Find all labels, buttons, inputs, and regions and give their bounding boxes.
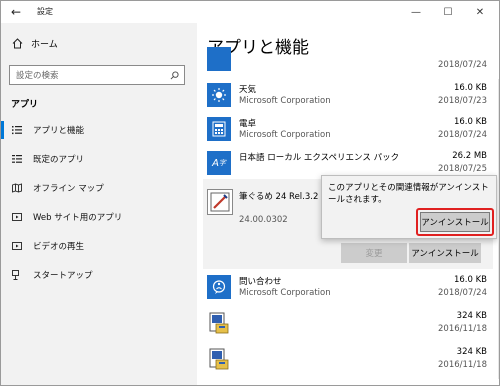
installer-icon — [207, 311, 231, 335]
app-date: 2016/11/18 — [438, 324, 487, 334]
sidebar-item-label: オフライン マップ — [33, 184, 104, 194]
list-item[interactable]: 324 KB 2016/11/18 — [203, 345, 493, 377]
section-heading-apps: アプリ — [11, 100, 39, 110]
app-name: 電卓 — [239, 119, 257, 129]
installer-icon — [207, 347, 231, 371]
app-date: 2018/07/25 — [438, 164, 487, 174]
app-date: 2018/07/23 — [438, 96, 487, 106]
list-item[interactable]: 問い合わせ Microsoft Corporation 16.0 KB 2018… — [203, 273, 493, 305]
main-content: アプリと機能 2018/07/24 天気 Microsoft Corporati… — [197, 23, 499, 385]
sidebar-item-apps-for-websites[interactable]: Web サイト用のアプリ — [1, 203, 197, 231]
sidebar-item-label: ビデオの再生 — [33, 242, 85, 252]
calculator-icon — [207, 117, 231, 141]
selected-app-name: 筆ぐるめ 24 Rel.3.2 — [239, 192, 319, 202]
startup-icon — [11, 269, 23, 281]
back-arrow-icon[interactable]: ← — [7, 4, 25, 20]
sidebar-item-home[interactable]: ホーム — [11, 37, 58, 50]
list-item[interactable]: 324 KB 2016/11/18 — [203, 309, 493, 341]
home-icon — [11, 38, 23, 50]
app-size: 26.2 MB — [452, 151, 487, 161]
default-apps-icon — [11, 153, 23, 165]
app-size: 16.0 KB — [453, 83, 487, 93]
app-size: 16.0 KB — [453, 117, 487, 127]
app-publisher: Microsoft Corporation — [239, 288, 331, 298]
weather-icon — [207, 83, 231, 107]
apps-features-icon — [11, 124, 23, 136]
app-size: 16.0 KB — [453, 275, 487, 285]
app-publisher: Microsoft Corporation — [239, 130, 331, 140]
home-label: ホーム — [31, 40, 58, 50]
minimize-button[interactable]: — — [401, 1, 431, 23]
video-playback-icon — [11, 240, 23, 252]
app-size: 324 KB — [456, 347, 487, 357]
sidebar-item-label: Web サイト用のアプリ — [33, 213, 123, 223]
confirm-uninstall-button[interactable]: アンインストール — [420, 212, 490, 232]
highlight-frame: アンインストール — [416, 208, 494, 236]
app-date: 2018/07/24 — [438, 60, 487, 70]
modify-button[interactable]: 変更 — [341, 243, 407, 263]
list-item[interactable]: 2018/07/24 — [203, 47, 493, 73]
sidebar-item-label: 既定のアプリ — [33, 155, 85, 165]
apps-for-websites-icon — [11, 211, 23, 223]
app-name: 天気 — [239, 85, 257, 95]
app-date: 2018/07/24 — [438, 130, 487, 140]
contact-support-icon — [207, 275, 231, 299]
partial-app-icon — [207, 47, 231, 71]
maximize-button[interactable]: ☐ — [433, 1, 463, 23]
search-icon[interactable] — [166, 67, 182, 83]
search-input[interactable]: 設定の検索 — [9, 65, 185, 85]
app-date: 2018/07/24 — [438, 288, 487, 298]
uninstall-confirm-popup: このアプリとその関連情報がアンインストールされます。 アンインストール — [321, 175, 497, 239]
list-item[interactable]: 電卓 Microsoft Corporation 16.0 KB 2018/07… — [203, 115, 493, 147]
app-name: 問い合わせ — [239, 277, 282, 287]
app-name: 日本語 ローカル エクスペリエンス パック — [239, 153, 400, 163]
sidebar-item-label: スタートアップ — [33, 271, 93, 281]
offline-maps-icon — [11, 182, 23, 194]
sidebar-item-offline-maps[interactable]: オフライン マップ — [1, 174, 197, 202]
app-date: 2016/11/18 — [438, 360, 487, 370]
sidebar-item-default-apps[interactable]: 既定のアプリ — [1, 145, 197, 173]
settings-window: ← 設定 — ☐ ✕ ホーム 設定の検索 アプリ アプリと機能 既定のアプリ オ… — [0, 0, 500, 386]
app-size: 324 KB — [456, 311, 487, 321]
window-title: 設定 — [37, 7, 53, 16]
popup-message: このアプリとその関連情報がアンインストールされます。 — [328, 183, 489, 205]
list-item[interactable]: 天気 Microsoft Corporation 16.0 KB 2018/07… — [203, 81, 493, 113]
sidebar-item-video-playback[interactable]: ビデオの再生 — [1, 232, 197, 260]
title-bar: ← 設定 — ☐ ✕ — [1, 1, 499, 23]
language-pack-icon: A字 — [207, 151, 231, 175]
sidebar-item-label: アプリと機能 — [33, 126, 85, 136]
sidebar-item-startup[interactable]: スタートアップ — [1, 261, 197, 289]
selected-app-version: 24.00.0302 — [239, 215, 288, 225]
fudegurume-app-icon — [207, 189, 233, 215]
sidebar: ホーム 設定の検索 アプリ アプリと機能 既定のアプリ オフライン マップ We… — [1, 23, 197, 385]
sidebar-item-apps-features[interactable]: アプリと機能 — [1, 116, 197, 144]
uninstall-button[interactable]: アンインストール — [409, 243, 481, 263]
search-placeholder: 設定の検索 — [16, 71, 59, 81]
app-publisher: Microsoft Corporation — [239, 96, 331, 106]
close-button[interactable]: ✕ — [465, 1, 495, 23]
